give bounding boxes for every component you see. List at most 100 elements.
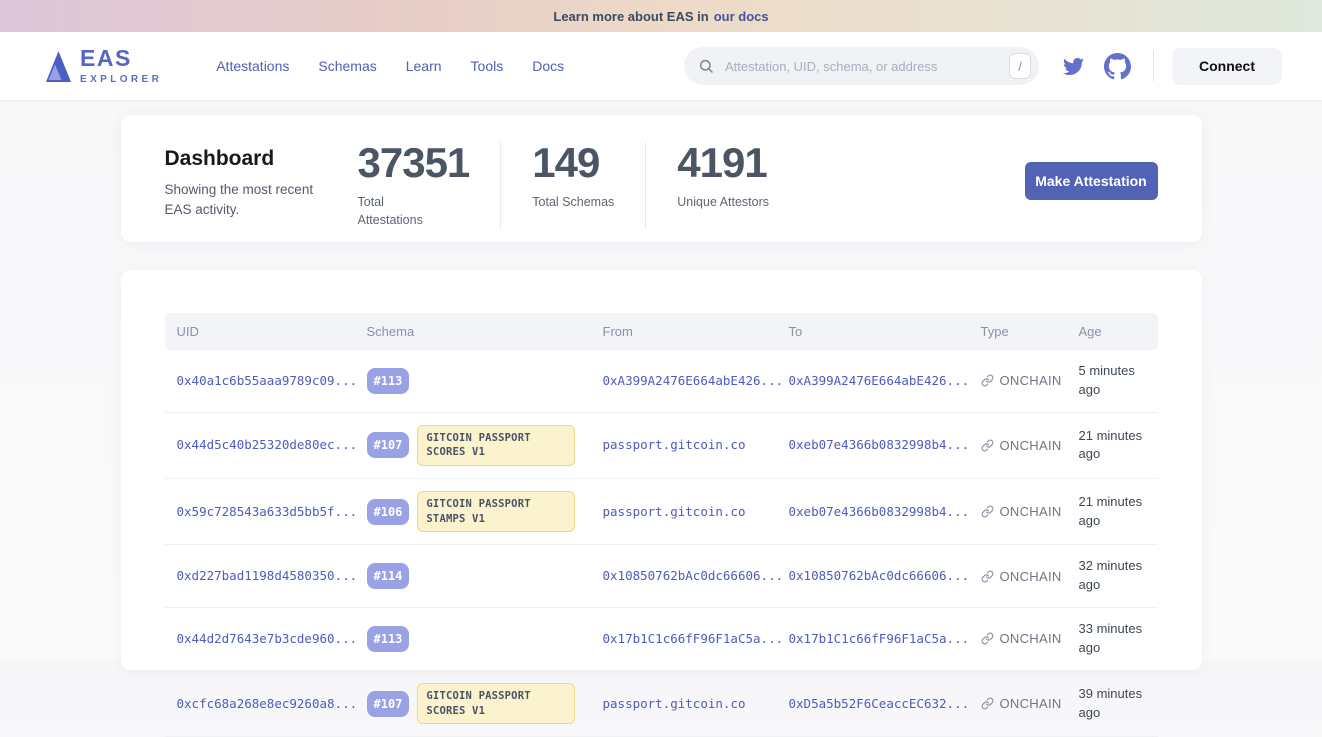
social-links: [1061, 53, 1131, 80]
link-icon: [981, 697, 994, 710]
to-link[interactable]: 0xD5a5b52F6CeaccEC632...: [789, 696, 970, 711]
stat: 149Total Schemas: [500, 142, 645, 229]
type-label: ONCHAIN: [1000, 373, 1062, 388]
table-body: 0x40a1c6b55aaa9789c09... #113 0xA399A2476E…: [165, 350, 1158, 737]
schema-id-badge[interactable]: #113: [367, 626, 410, 652]
type-label: ONCHAIN: [1000, 504, 1062, 519]
column-header-uid: UID: [165, 313, 355, 350]
link-icon: [981, 374, 994, 387]
age-label: 21 minutes ago: [1079, 494, 1143, 528]
table-row: 0x44d2d7643e7b3cde960... #113 0x17b1C1c66f…: [165, 608, 1158, 671]
stat: 37351 Total Attestations: [358, 142, 501, 229]
from-link[interactable]: 0x17b1C1c66fF96F1aC5a...: [603, 631, 784, 646]
link-icon: [981, 439, 994, 452]
nav-item-tools[interactable]: Tools: [471, 58, 504, 74]
uid-link[interactable]: 0x44d5c40b25320de80ec...: [177, 437, 358, 452]
to-link[interactable]: 0xeb07e4366b0832998b4...: [789, 437, 970, 452]
stat: 4191 Unique Attestors: [645, 142, 800, 229]
schema-id-badge[interactable]: #114: [367, 563, 410, 589]
uid-link[interactable]: 0x59c728543a633d5bb5f...: [177, 504, 358, 519]
stat-label: Unique Attestors: [677, 193, 769, 211]
column-header-age: Age: [1067, 313, 1158, 350]
banner-text: Learn more about EAS in: [553, 9, 708, 24]
nav-item-schemas[interactable]: Schemas: [318, 58, 376, 74]
header-divider: [1153, 51, 1154, 81]
link-icon: [981, 632, 994, 645]
uid-link[interactable]: 0xcfc68a268e8ec9260a8...: [177, 696, 358, 711]
dashboard-subtitle: Showing the most recent EAS activity.: [165, 180, 343, 221]
uid-link[interactable]: 0x40a1c6b55aaa9789c09...: [177, 373, 358, 388]
schema-name-badge[interactable]: GITCOIN PASSPORT STAMPS V1: [417, 491, 575, 532]
schema-id-badge[interactable]: #113: [367, 368, 410, 394]
age-label: 5 minutes ago: [1079, 363, 1135, 397]
from-link[interactable]: 0x10850762bAc0dc66606...: [603, 568, 784, 583]
type-cell: ONCHAIN: [981, 631, 1063, 646]
type-label: ONCHAIN: [1000, 696, 1062, 711]
schema-id-badge[interactable]: #107: [367, 432, 410, 458]
attestations-table-card: UIDSchemaFromToTypeAge 0x40a1c6b55aaa978…: [121, 270, 1202, 670]
age-label: 32 minutes ago: [1079, 558, 1143, 592]
from-link[interactable]: passport.gitcoin.co: [603, 696, 746, 711]
search-shortcut-key: /: [1009, 53, 1031, 79]
uid-link[interactable]: 0x44d2d7643e7b3cde960...: [177, 631, 358, 646]
eas-logo[interactable]: EAS EXPLORER: [45, 47, 162, 85]
column-header-type: Type: [969, 313, 1067, 350]
schema-name-badge[interactable]: GITCOIN PASSPORT SCORES V1: [417, 683, 575, 724]
to-link[interactable]: 0x17b1C1c66fF96F1aC5a...: [789, 631, 970, 646]
dashboard-stats: 37351Total Attestations149Total Schemas4…: [358, 142, 801, 229]
logo-title: EAS: [80, 47, 162, 70]
type-cell: ONCHAIN: [981, 696, 1063, 711]
github-icon: [1104, 53, 1131, 80]
type-label: ONCHAIN: [1000, 631, 1062, 646]
link-icon: [981, 505, 994, 518]
age-label: 33 minutes ago: [1079, 621, 1143, 655]
type-label: ONCHAIN: [1000, 569, 1062, 584]
schema-id-badge[interactable]: #107: [367, 691, 410, 717]
schema-id-badge[interactable]: #106: [367, 499, 410, 525]
to-link[interactable]: 0xeb07e4366b0832998b4...: [789, 504, 970, 519]
nav-item-docs[interactable]: Docs: [532, 58, 564, 74]
type-cell: ONCHAIN: [981, 373, 1063, 388]
twitter-icon: [1061, 56, 1086, 77]
table-header-row: UIDSchemaFromToTypeAge: [165, 313, 1158, 350]
top-header: EAS EXPLORER Attestations Schemas Learn Too…: [0, 32, 1322, 100]
page-title: Dashboard: [165, 147, 358, 171]
stat-value: 4191: [677, 142, 769, 184]
table-row: 0xd227bad1198d4580350... #114 0x10850762bA…: [165, 545, 1158, 608]
table-row: 0xcfc68a268e8ec9260a8... #107 GITCOIN PASS…: [165, 670, 1158, 736]
connect-button[interactable]: Connect: [1172, 48, 1282, 85]
from-link[interactable]: passport.gitcoin.co: [603, 437, 746, 452]
column-header-to: To: [777, 313, 969, 350]
to-link[interactable]: 0x10850762bAc0dc66606...: [789, 568, 970, 583]
nav-item-learn[interactable]: Learn: [406, 58, 442, 74]
search-input[interactable]: [723, 58, 1000, 75]
column-header-schema: Schema: [355, 313, 591, 350]
uid-link[interactable]: 0xd227bad1198d4580350...: [177, 568, 358, 583]
schema-name-badge[interactable]: GITCOIN PASSPORT SCORES V1: [417, 425, 575, 466]
logo-subtitle: EXPLORER: [80, 74, 162, 85]
age-label: 39 minutes ago: [1079, 686, 1143, 720]
make-attestation-button[interactable]: Make Attestation: [1025, 162, 1158, 200]
github-link[interactable]: [1104, 53, 1131, 80]
column-header-from: From: [591, 313, 777, 350]
type-label: ONCHAIN: [1000, 438, 1062, 453]
eas-triangle-icon: [45, 50, 72, 83]
attestations-table: UIDSchemaFromToTypeAge 0x40a1c6b55aaa978…: [165, 313, 1158, 737]
stat-value: 37351: [358, 142, 470, 184]
main-nav: Attestations Schemas Learn Tools Docs: [216, 58, 564, 74]
stat-label: Total Attestations: [358, 193, 448, 229]
nav-item-attestations[interactable]: Attestations: [216, 58, 289, 74]
to-link[interactable]: 0xA399A2476E664abE426...: [789, 373, 970, 388]
from-link[interactable]: passport.gitcoin.co: [603, 504, 746, 519]
type-cell: ONCHAIN: [981, 504, 1063, 519]
dashboard-card: Dashboard Showing the most recent EAS ac…: [121, 115, 1202, 242]
table-row: 0x40a1c6b55aaa9789c09... #113 0xA399A2476E…: [165, 350, 1158, 412]
announcement-banner[interactable]: Learn more about EAS in our docs: [0, 0, 1322, 32]
table-row: 0x59c728543a633d5bb5f... #106 GITCOIN PASS…: [165, 479, 1158, 545]
banner-docs-link[interactable]: our docs: [714, 9, 769, 24]
search-bar[interactable]: /: [684, 47, 1039, 85]
type-cell: ONCHAIN: [981, 438, 1063, 453]
table-row: 0x44d5c40b25320de80ec... #107 GITCOIN PASS…: [165, 412, 1158, 478]
twitter-link[interactable]: [1061, 56, 1086, 77]
from-link[interactable]: 0xA399A2476E664abE426...: [603, 373, 784, 388]
